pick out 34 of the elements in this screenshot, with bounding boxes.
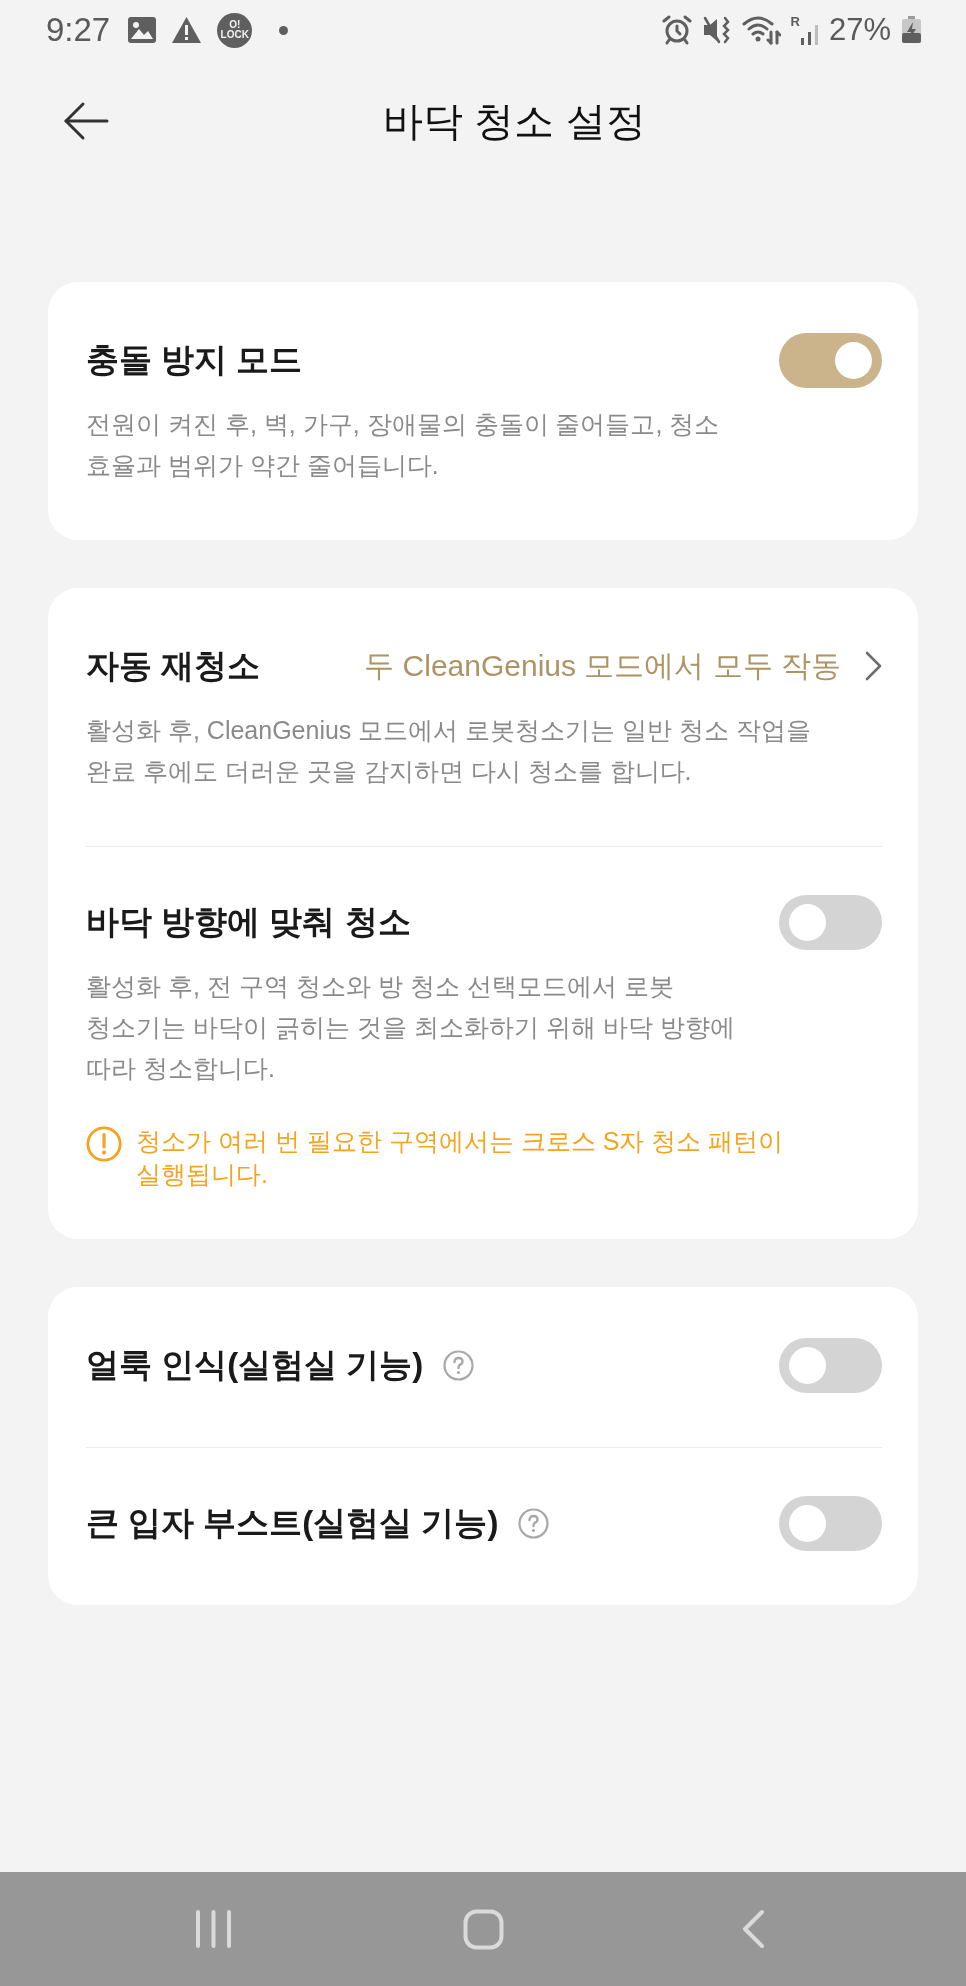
setting-title: 큰 입자 부스트(실험실 기능) [86,1502,499,1543]
setting-title: 얼룩 인식(실험실 기능) [86,1344,424,1385]
help-icon[interactable] [518,1507,550,1539]
warning-note: 청소가 여러 번 필요한 구역에서는 크로스 S자 청소 패턴이 실행됩니다. [136,1126,785,1190]
back-icon[interactable] [741,1909,765,1949]
setting-title: 바닥 방향에 맞춰 청소 [86,901,411,942]
clock-time: 9:27 [46,11,111,49]
home-icon[interactable] [462,1908,504,1950]
setting-description: 활성화 후, 전 구역 청소와 방 청소 선택모드에서 로봇 청소기는 바닥이 긁히는 것을 최소화하기 위해 바닥 방향에 따라 청소합니다. [86,971,736,1084]
battery-percent: 27% [828,12,891,48]
setting-title: 충돌 방지 모드 [86,339,303,380]
page-title: 바닥 청소 설정 [383,97,646,145]
notification-dot-icon [279,25,289,35]
setting-title: 자동 재청소 [86,645,261,686]
alarm-icon [661,15,692,45]
wifi-icon [741,15,781,45]
toggle-switch[interactable] [779,1337,882,1393]
help-icon[interactable] [443,1349,475,1381]
battery-charging-icon [901,16,922,44]
toggle-switch[interactable] [779,332,882,388]
warning-icon [171,16,203,44]
app-badge: O! LOCK [217,12,253,48]
setting-description: 전원이 켜진 후, 벽, 가구, 장애물의 충돌이 줄어들고, 청소 효율과 범위가 약간 줄어듭니다. [86,409,721,481]
chevron-right-icon [865,651,882,681]
roaming-label: R [790,15,800,28]
image-icon [128,17,157,43]
mode-selector[interactable]: 두 CleanGenius 모드에서 모두 작동 [364,645,882,687]
exclamation-circle-icon [86,1125,123,1163]
recent-apps-icon[interactable] [194,1909,232,1949]
signal-icon [800,25,819,45]
toggle-switch[interactable] [779,894,882,950]
mute-vibrate-icon [701,15,732,45]
setting-description: 활성화 후, CleanGenius 모드에서 로봇청소기는 일반 청소 작업을 완료 후에도 더러운 곳을 감지하면 다시 청소를 합니다. [86,715,813,787]
toggle-switch[interactable] [779,1495,882,1551]
